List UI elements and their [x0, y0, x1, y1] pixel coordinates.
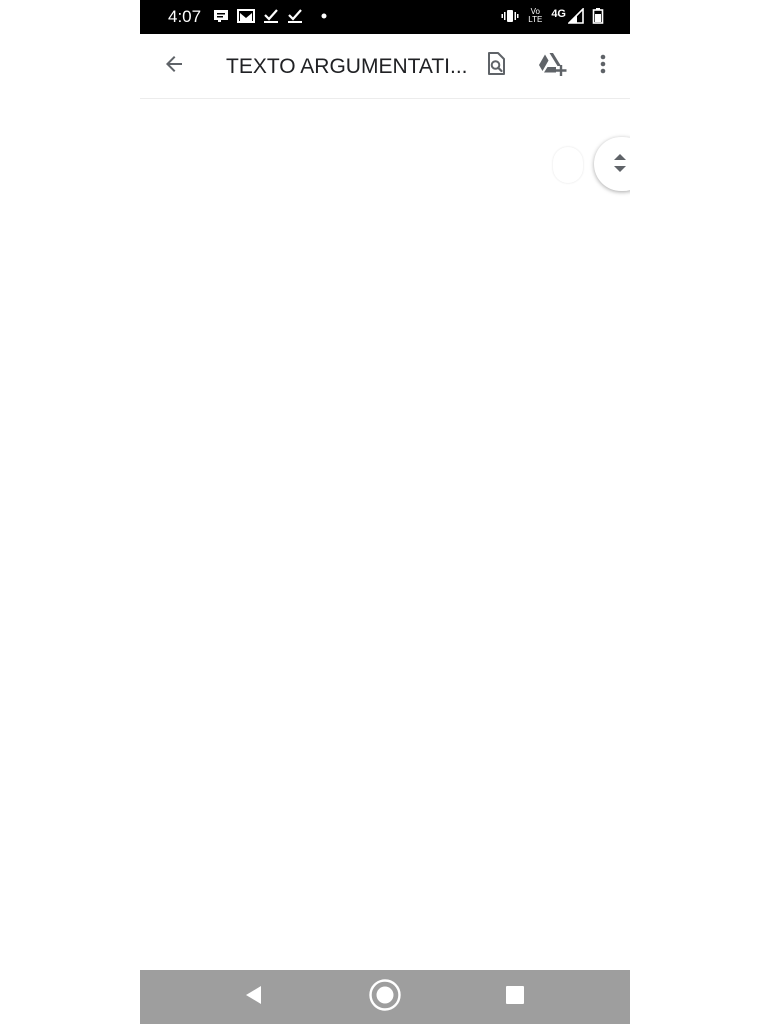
status-time: 4:07 — [168, 7, 202, 26]
lte-label: LTE — [528, 15, 543, 24]
nav-back-icon — [244, 985, 264, 1010]
arrow-back-icon — [162, 52, 186, 81]
battery-icon — [592, 8, 604, 24]
more-vert-icon — [599, 52, 607, 81]
nav-recents-button[interactable] — [498, 980, 532, 1014]
network-type: 4G — [551, 8, 566, 20]
find-in-page-icon — [484, 51, 508, 82]
gmail-icon — [237, 8, 255, 24]
page: 4:07 Vo LTE 4G TEXTO ARGUMENTATI... — [0, 0, 768, 1024]
fast-scroll-handle[interactable] — [594, 137, 630, 191]
vibrate-icon — [501, 8, 519, 24]
more-options-button[interactable] — [587, 50, 619, 82]
add-to-drive-button[interactable] — [536, 50, 568, 82]
app-bar: TEXTO ARGUMENTATI... — [140, 34, 630, 99]
find-in-page-button[interactable] — [480, 50, 512, 82]
signal-icon — [568, 8, 584, 24]
back-button[interactable] — [158, 50, 190, 82]
document-viewer[interactable] — [140, 99, 630, 970]
phone-screen: 4:07 Vo LTE 4G TEXTO ARGUMENTATI... — [140, 0, 630, 1024]
dot-icon — [321, 13, 327, 19]
document-title: TEXTO ARGUMENTATI... — [226, 55, 466, 78]
nav-home-icon — [368, 978, 402, 1017]
volte-icon: Vo LTE — [527, 8, 543, 24]
task-done-icon — [287, 8, 303, 24]
page-indicator — [553, 147, 583, 183]
nav-recents-icon — [506, 985, 524, 1009]
nav-home-button[interactable] — [368, 978, 402, 1017]
navigation-bar — [140, 970, 630, 1024]
task-done-icon — [263, 8, 279, 24]
nav-back-button[interactable] — [237, 980, 271, 1014]
system-status-icons: Vo LTE 4G — [501, 8, 604, 24]
message-icon — [213, 8, 229, 24]
add-to-drive-icon — [537, 51, 567, 82]
status-bar: 4:07 Vo LTE 4G — [140, 0, 630, 34]
notification-icons — [213, 8, 327, 24]
